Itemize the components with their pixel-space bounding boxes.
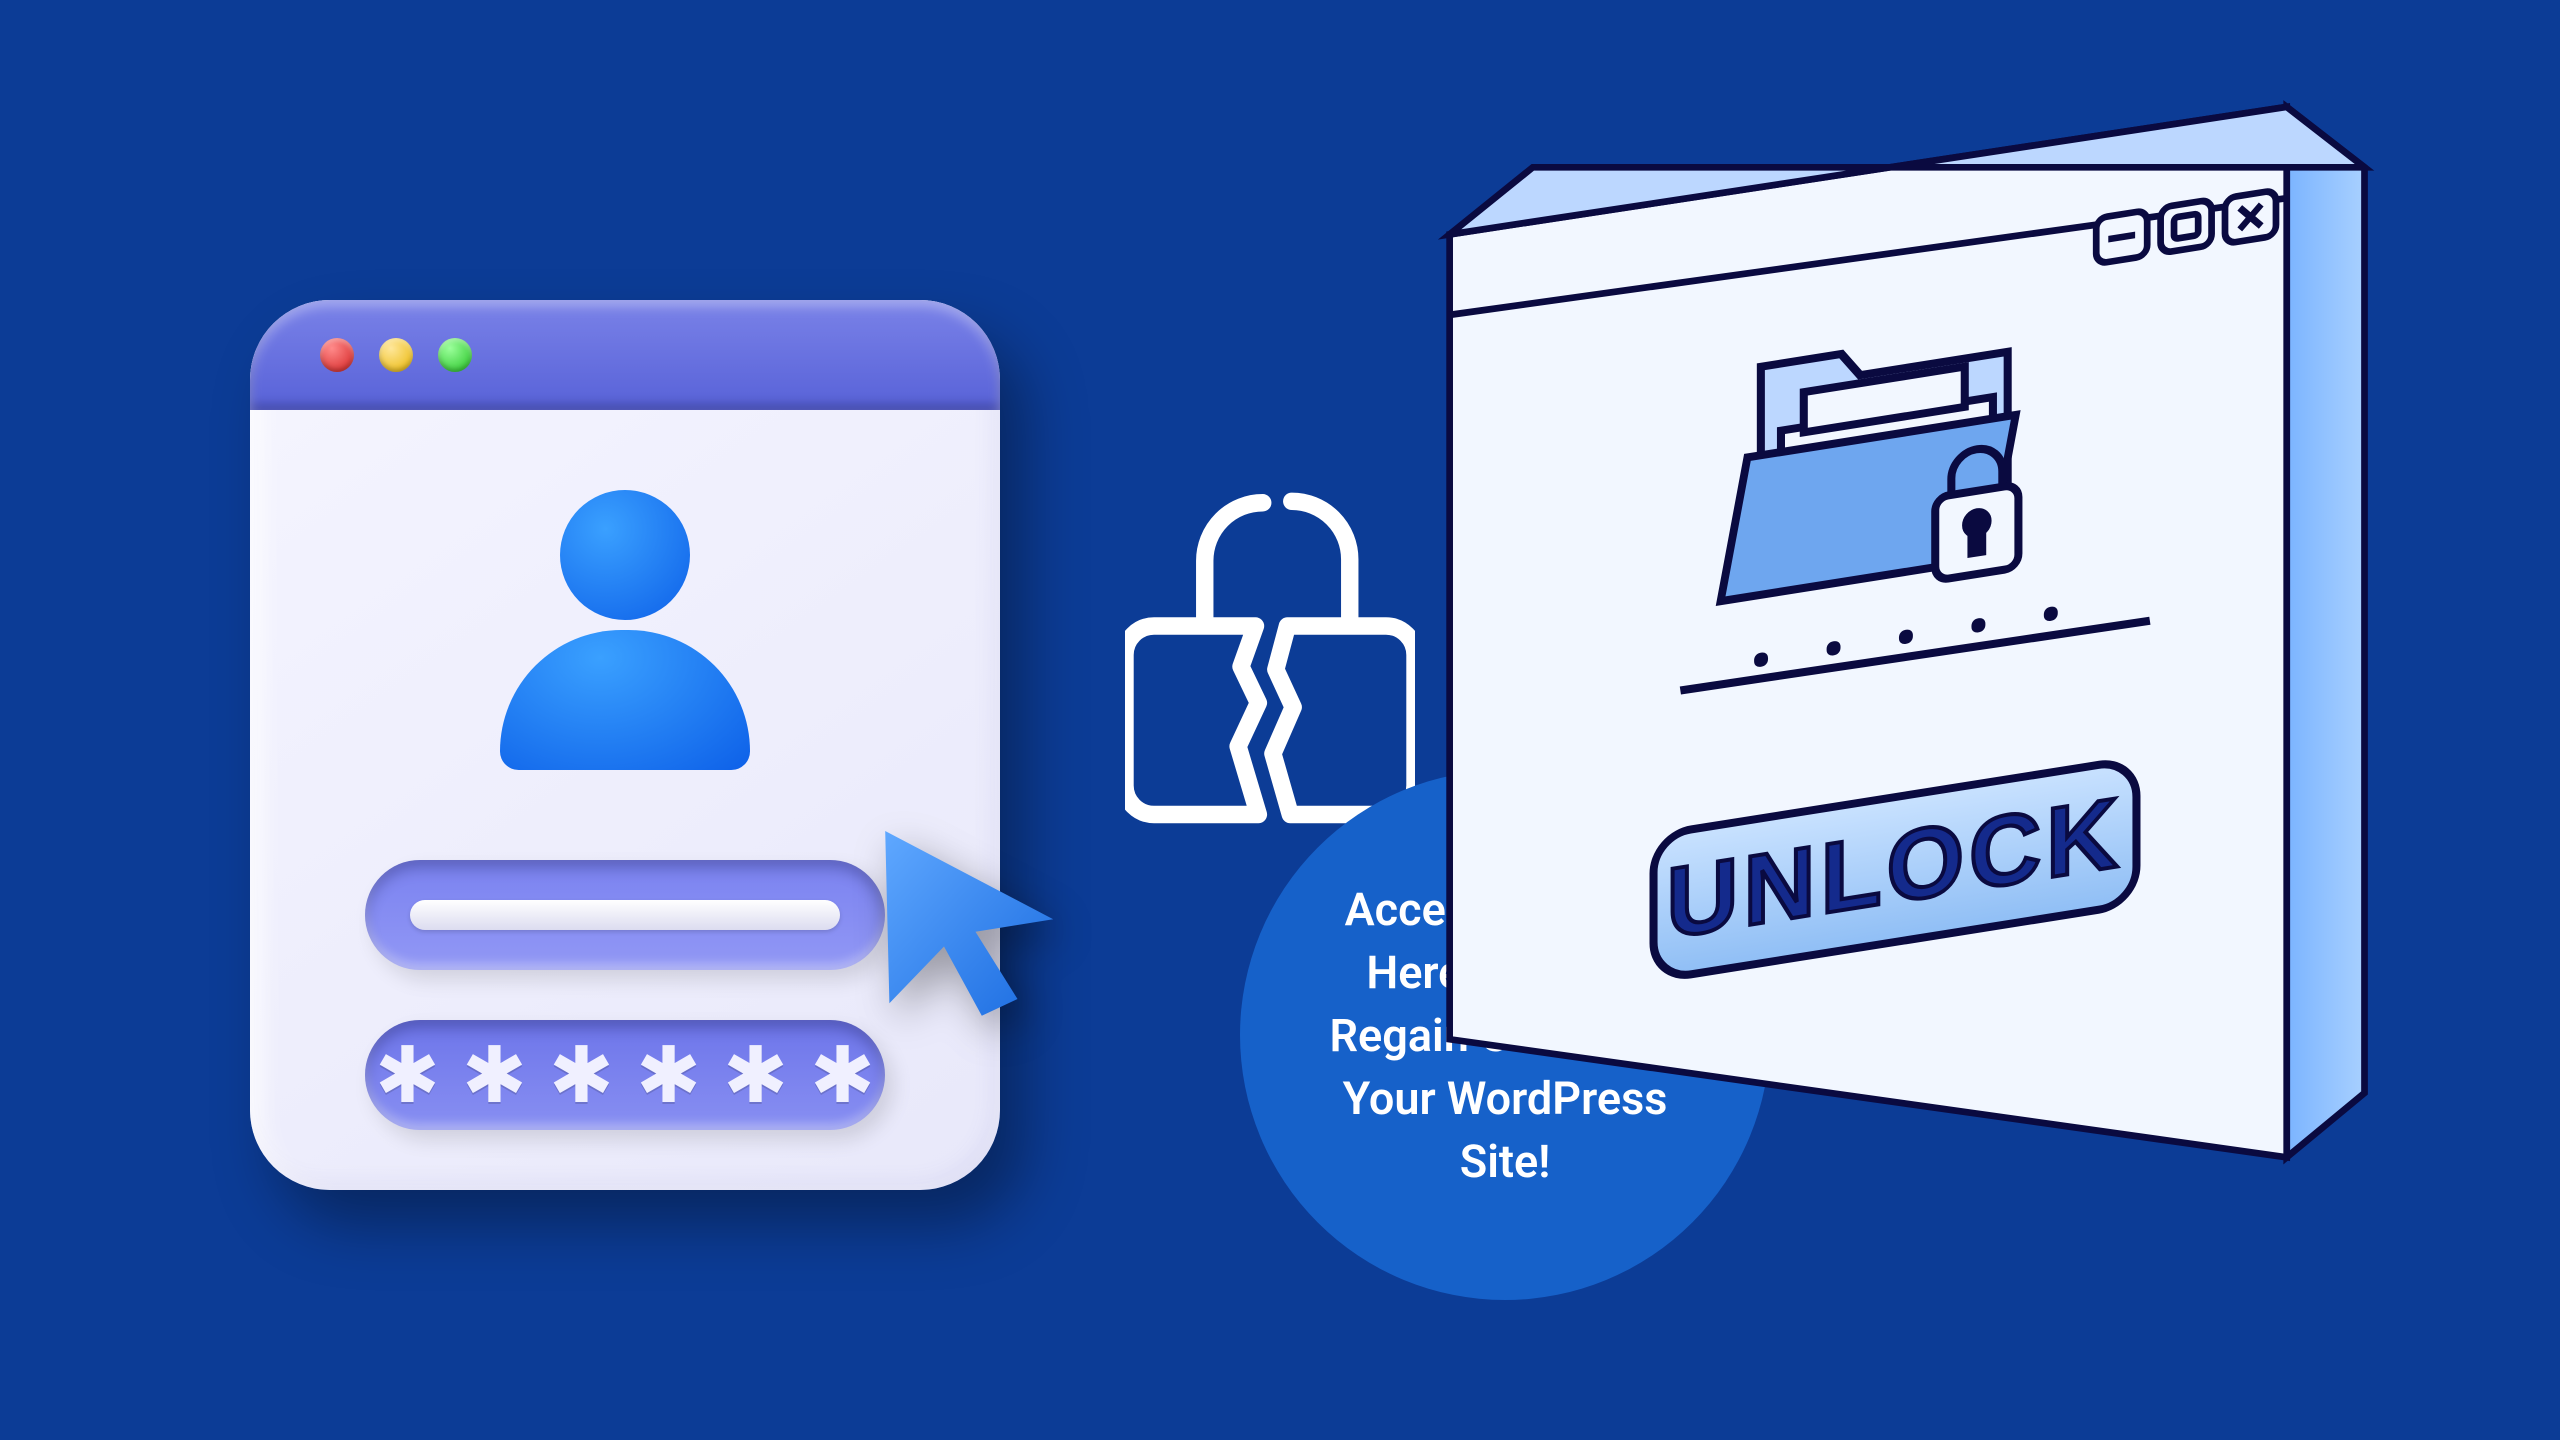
broken-lock-icon — [1125, 475, 1415, 835]
login-titlebar — [250, 300, 1000, 410]
traffic-light-close-icon — [320, 338, 354, 372]
cursor-arrow-icon — [860, 810, 1070, 1020]
close-icon — [2225, 190, 2276, 244]
traffic-light-minimize-icon — [379, 338, 413, 372]
user-avatar-icon — [500, 490, 750, 770]
login-window: ✱ ✱ ✱ ✱ ✱ ✱ — [250, 300, 1000, 1190]
unlock-window: • • • • • UNLOCK — [1420, 60, 2370, 1160]
maximize-icon — [2161, 199, 2212, 253]
traffic-light-maximize-icon — [438, 338, 472, 372]
username-field — [365, 860, 885, 970]
password-field: ✱ ✱ ✱ ✱ ✱ ✱ — [365, 1020, 885, 1130]
minimize-icon — [2096, 210, 2147, 264]
